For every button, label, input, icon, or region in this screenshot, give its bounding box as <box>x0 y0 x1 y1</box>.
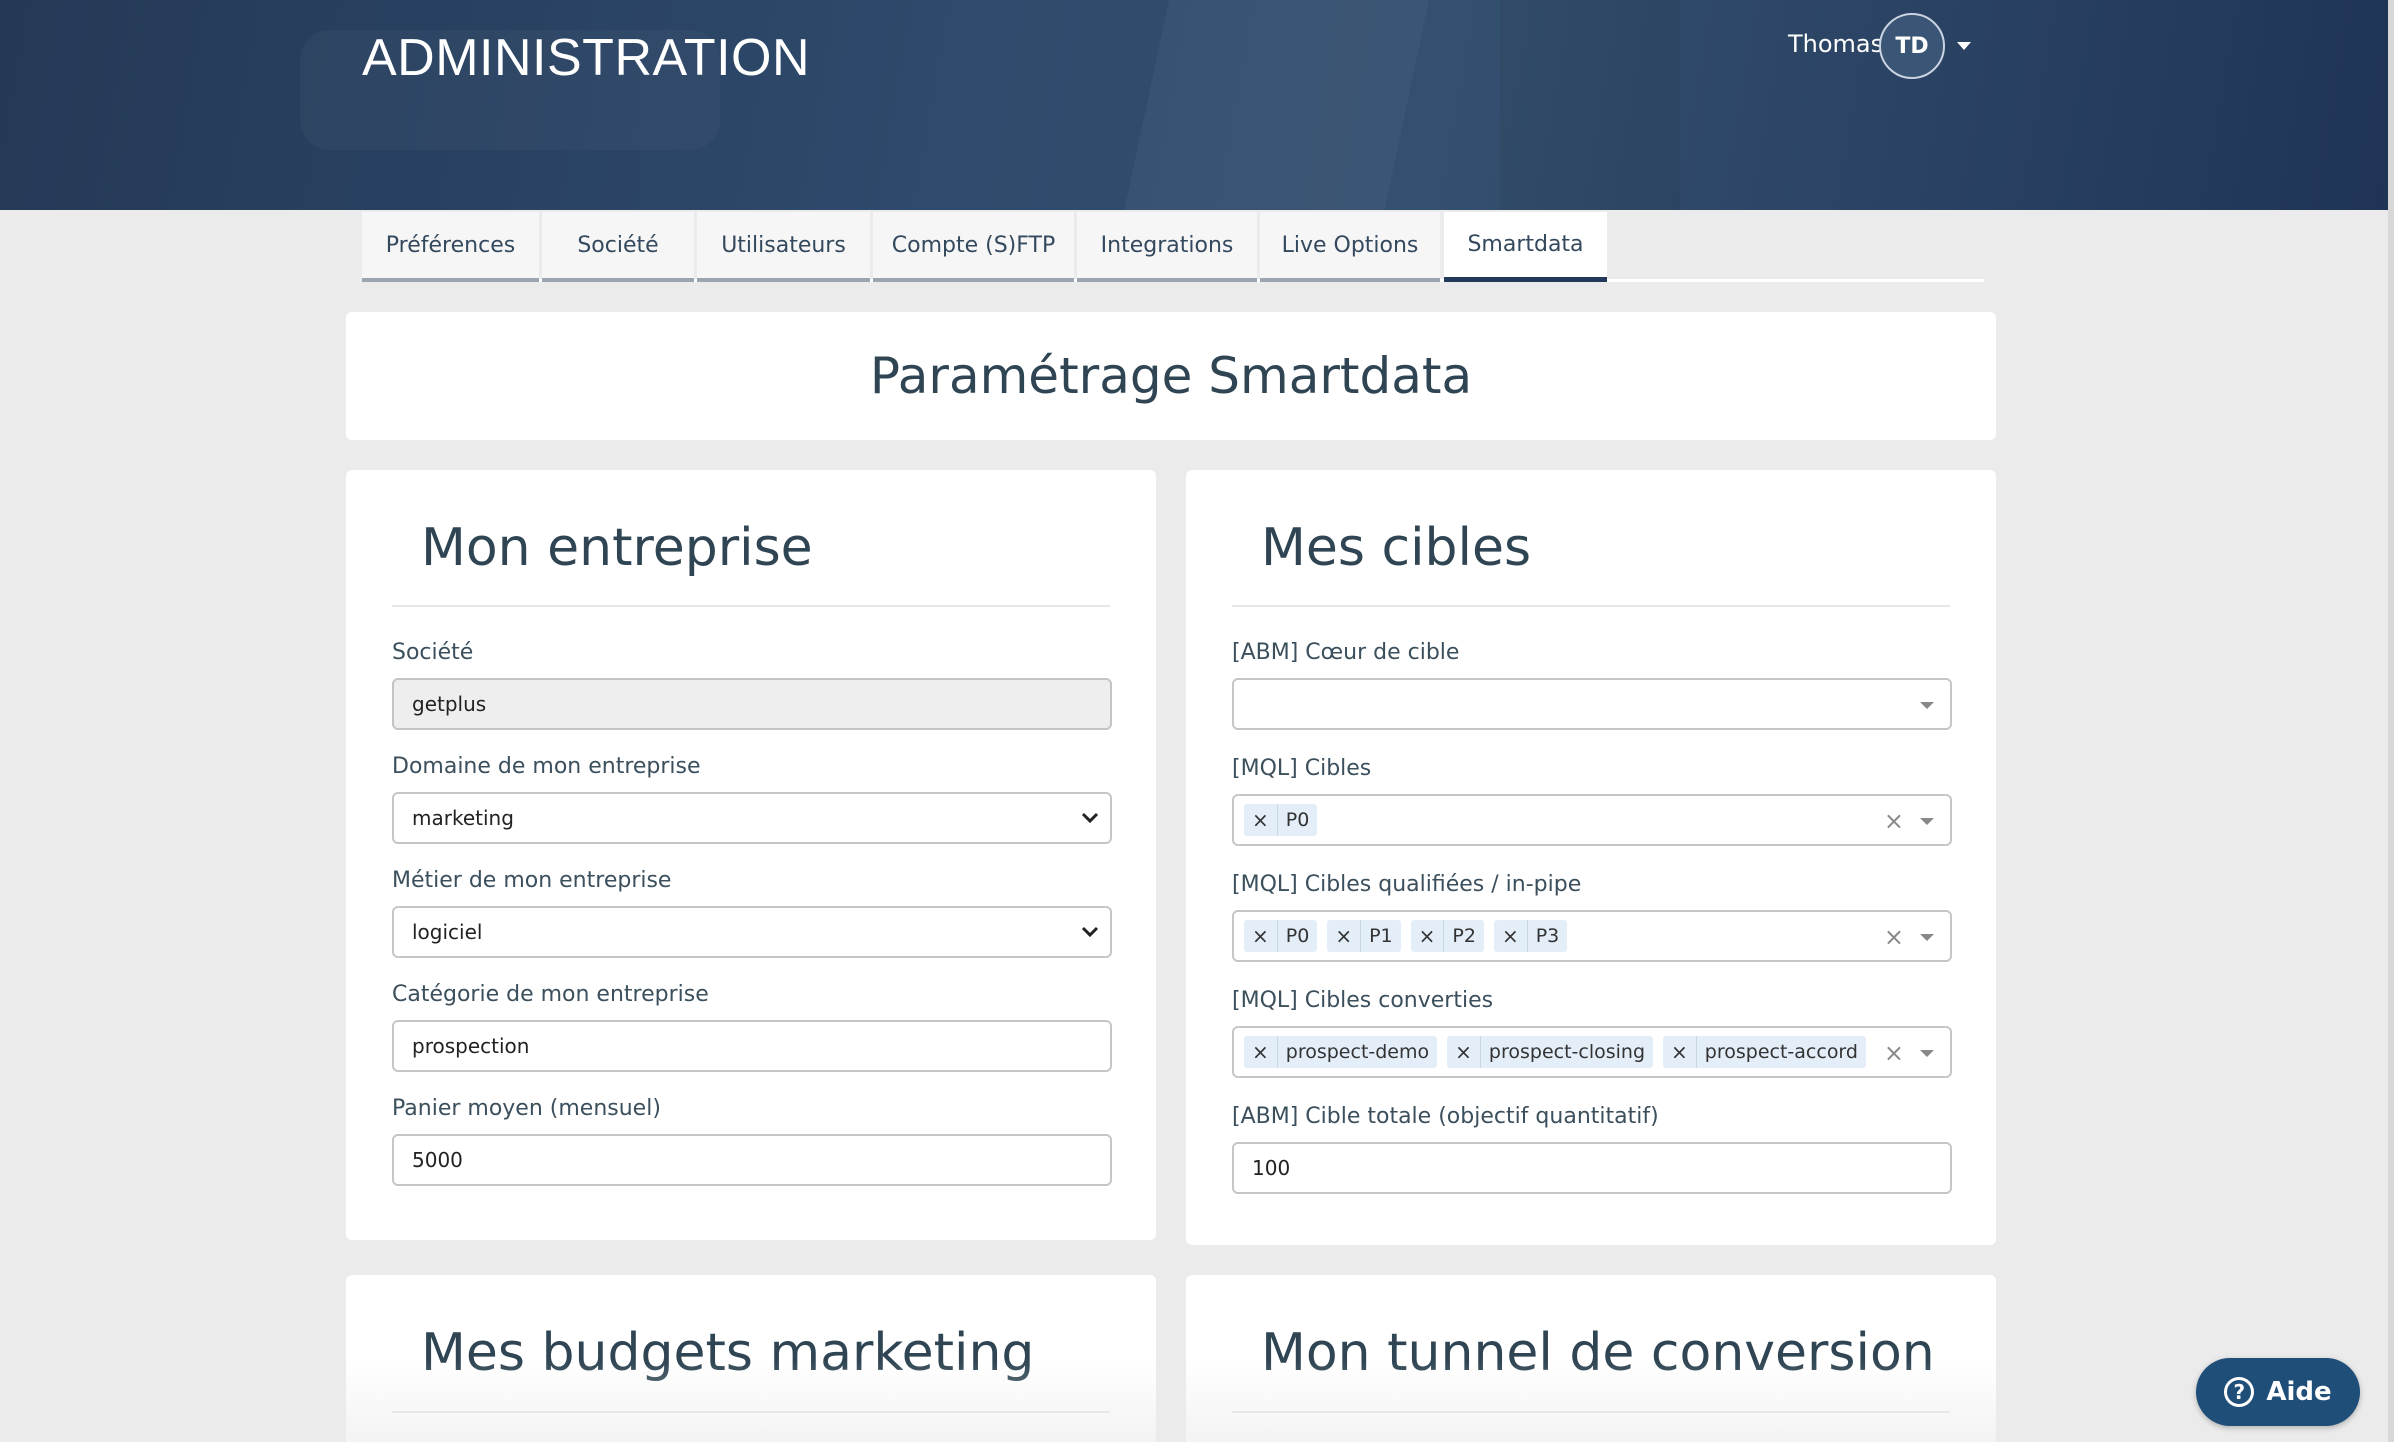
remove-tag-icon[interactable]: × <box>1663 1036 1697 1068</box>
remove-tag-icon[interactable]: × <box>1411 920 1445 952</box>
mes-cibles-card: Mes cibles [ABM] Cœur de cible [MQL] Cib… <box>1186 470 1996 1245</box>
categorie-label: Catégorie de mon entreprise <box>392 982 709 1007</box>
card-title: Mes cibles <box>1261 518 1532 578</box>
remove-tag-icon[interactable]: × <box>1244 804 1278 836</box>
tab-bar: Préférences Société Utilisateurs Compte … <box>362 212 1984 282</box>
divider <box>1232 1411 1950 1413</box>
remove-tag-icon[interactable]: × <box>1244 1036 1278 1068</box>
page-header-title: ADMINISTRATION <box>362 29 811 87</box>
metier-select[interactable]: logiciel <box>392 906 1112 958</box>
clear-icon[interactable]: × <box>1884 1039 1904 1067</box>
dropdown-arrow-icon[interactable] <box>1920 1050 1934 1057</box>
qualifiees-multiselect[interactable]: × P0 × P1 × P2 × P3 × <box>1232 910 1952 962</box>
user-menu-chevron-down-icon[interactable] <box>1957 42 1971 50</box>
converties-label: [MQL] Cibles converties <box>1232 988 1494 1013</box>
card-title: Mon tunnel de conversion <box>1261 1323 1935 1383</box>
societe-field: getplus <box>392 678 1112 730</box>
totale-input[interactable]: 100 <box>1232 1142 1952 1194</box>
remove-tag-icon[interactable]: × <box>1494 920 1528 952</box>
page-title-card: Paramétrage Smartdata <box>346 312 1996 440</box>
divider <box>392 1411 1110 1413</box>
budgets-card: Mes budgets marketing <box>346 1275 1156 1442</box>
dropdown-arrow-icon[interactable] <box>1920 934 1934 941</box>
metier-value: logiciel <box>412 920 483 944</box>
tag[interactable]: × P1 <box>1327 920 1401 952</box>
header-banner: ADMINISTRATION Thomas TD <box>0 0 2394 210</box>
dropdown-arrow-icon <box>1920 702 1934 709</box>
avatar[interactable]: TD <box>1879 13 1945 79</box>
page-title: Paramétrage Smartdata <box>869 347 1473 405</box>
tag[interactable]: × P0 <box>1244 920 1318 952</box>
clear-icon[interactable]: × <box>1884 807 1904 835</box>
tab-compte-sftp[interactable]: Compte (S)FTP <box>873 212 1074 282</box>
tag[interactable]: × P2 <box>1410 920 1484 952</box>
remove-tag-icon[interactable]: × <box>1447 1036 1481 1068</box>
panier-input[interactable]: 5000 <box>392 1134 1112 1186</box>
domaine-label: Domaine de mon entreprise <box>392 754 701 779</box>
panier-label: Panier moyen (mensuel) <box>392 1096 661 1121</box>
metier-label: Métier de mon entreprise <box>392 868 672 893</box>
help-label: Aide <box>2266 1377 2332 1407</box>
dropdown-arrow-icon[interactable] <box>1920 818 1934 825</box>
help-icon: ? <box>2224 1377 2255 1407</box>
tab-live-options[interactable]: Live Options <box>1260 212 1440 282</box>
help-button[interactable]: ? Aide <box>2196 1358 2360 1426</box>
tag[interactable]: × P3 <box>1493 920 1568 952</box>
tag[interactable]: × prospect-closing <box>1447 1036 1654 1068</box>
tab-societe[interactable]: Société <box>542 212 694 282</box>
categorie-input[interactable]: prospection <box>392 1020 1112 1072</box>
divider <box>392 605 1110 607</box>
converties-multiselect[interactable]: × prospect-demo × prospect-closing × prospe… <box>1232 1026 1952 1078</box>
card-title: Mes budgets marketing <box>421 1323 1035 1383</box>
coeur-label: [ABM] Cœur de cible <box>1232 640 1460 665</box>
chevron-down-icon <box>1081 926 1099 938</box>
tunnel-card: Mon tunnel de conversion <box>1186 1275 1996 1442</box>
mon-entreprise-card: Mon entreprise Société getplus Domaine d… <box>346 470 1156 1240</box>
tab-integrations[interactable]: Integrations <box>1077 212 1257 282</box>
tab-smartdata[interactable]: Smartdata <box>1444 212 1607 282</box>
domaine-select[interactable]: marketing <box>392 792 1112 844</box>
coeur-select[interactable] <box>1232 678 1952 730</box>
card-title: Mon entreprise <box>421 518 813 578</box>
cibles-label: [MQL] Cibles <box>1232 756 1372 781</box>
tag[interactable]: × prospect-demo <box>1244 1036 1438 1068</box>
tab-preferences[interactable]: Préférences <box>362 212 539 282</box>
divider <box>1232 605 1950 607</box>
societe-label: Société <box>392 640 474 665</box>
clear-icon[interactable]: × <box>1884 923 1904 951</box>
remove-tag-icon[interactable]: × <box>1327 920 1362 952</box>
tag[interactable]: × P0 <box>1244 804 1318 836</box>
totale-label: [ABM] Cible totale (objectif quantitatif… <box>1232 1104 1659 1129</box>
scrollbar[interactable] <box>2388 0 2394 1442</box>
remove-tag-icon[interactable]: × <box>1244 920 1278 952</box>
chevron-down-icon <box>1081 812 1099 824</box>
domaine-value: marketing <box>412 806 514 830</box>
user-name[interactable]: Thomas <box>1788 30 1883 58</box>
qualifiees-label: [MQL] Cibles qualifiées / in-pipe <box>1232 872 1582 897</box>
cibles-multiselect[interactable]: × P0 × <box>1232 794 1952 846</box>
tag[interactable]: × prospect-accord <box>1663 1036 1866 1068</box>
tab-utilisateurs[interactable]: Utilisateurs <box>697 212 870 282</box>
